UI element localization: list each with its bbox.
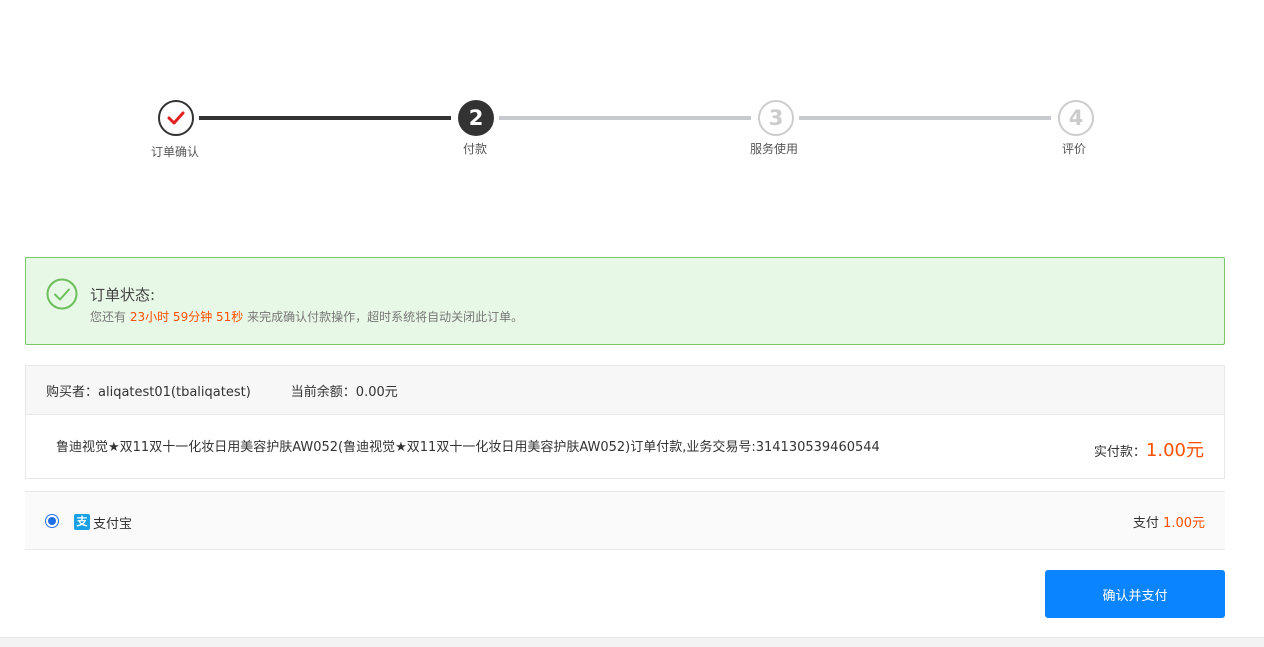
buyer-info: 购买者：aliqatest01(tbaliqatest) <box>46 384 251 400</box>
alipay-radio[interactable] <box>45 514 59 528</box>
pay-label: 支付 <box>1132 516 1159 531</box>
step-4-label: 评价 <box>1061 142 1086 156</box>
countdown-timer: 23小时 59分钟 51秒 <box>129 310 244 324</box>
order-status-message: 您还有 23小时 59分钟 51秒 来完成确认付款操作，超时系统将自动关闭此订单… <box>90 308 523 325</box>
step-connector-3 <box>799 116 1051 120</box>
payment-method-name: 支付宝 <box>93 517 133 532</box>
status-msg-prefix: 您还有 <box>90 310 127 324</box>
actual-payment-amount: 实付款： 1.00元 <box>1094 436 1204 462</box>
order-description: 鲁迪视觉★双11双十一化妆日用美容护肤AW052(鲁迪视觉★双11双十一化妆日用… <box>56 440 880 455</box>
amount-label: 实付款： <box>1093 445 1146 460</box>
step-connector-1 <box>199 116 451 120</box>
pay-amount: 支付 1.00元 <box>1133 512 1205 531</box>
step-4-number: 4 <box>1058 100 1094 136</box>
order-status-panel: 订单状态: 您还有 23小时 59分钟 51秒 来完成确认付款操作，超时系统将自… <box>25 257 1225 345</box>
step-2-label: 付款 <box>462 142 487 156</box>
order-info-header: 购买者：aliqatest01(tbaliqatest) 当前余额：0.00元 <box>26 366 1224 415</box>
step-3-number: 3 <box>758 100 794 136</box>
progress-steps: 2 3 4 订单确认 付款 服务使用 评价 <box>0 0 1264 170</box>
pay-value: 1.00元 <box>1163 516 1205 531</box>
payment-method-row[interactable]: 支 支付宝 支付 1.00元 <box>25 491 1225 550</box>
step-connector-2 <box>499 116 751 120</box>
alipay-icon: 支 <box>74 514 90 530</box>
step-2-number: 2 <box>458 100 494 136</box>
step-3-label: 服务使用 <box>749 142 798 156</box>
step-1-label: 订单确认 <box>150 145 199 159</box>
order-info-panel: 购买者：aliqatest01(tbaliqatest) 当前余额：0.00元 … <box>25 365 1225 479</box>
step-1-check-icon <box>158 100 194 136</box>
amount-value: 1.00元 <box>1145 440 1204 461</box>
confirm-and-pay-button[interactable]: 确认并支付 <box>1045 570 1225 618</box>
balance-info: 当前余额：0.00元 <box>290 384 398 400</box>
status-msg-suffix: 来完成确认付款操作，超时系统将自动关闭此订单。 <box>247 310 524 324</box>
order-status-title: 订单状态: <box>90 286 156 304</box>
check-circle-icon <box>46 278 78 310</box>
